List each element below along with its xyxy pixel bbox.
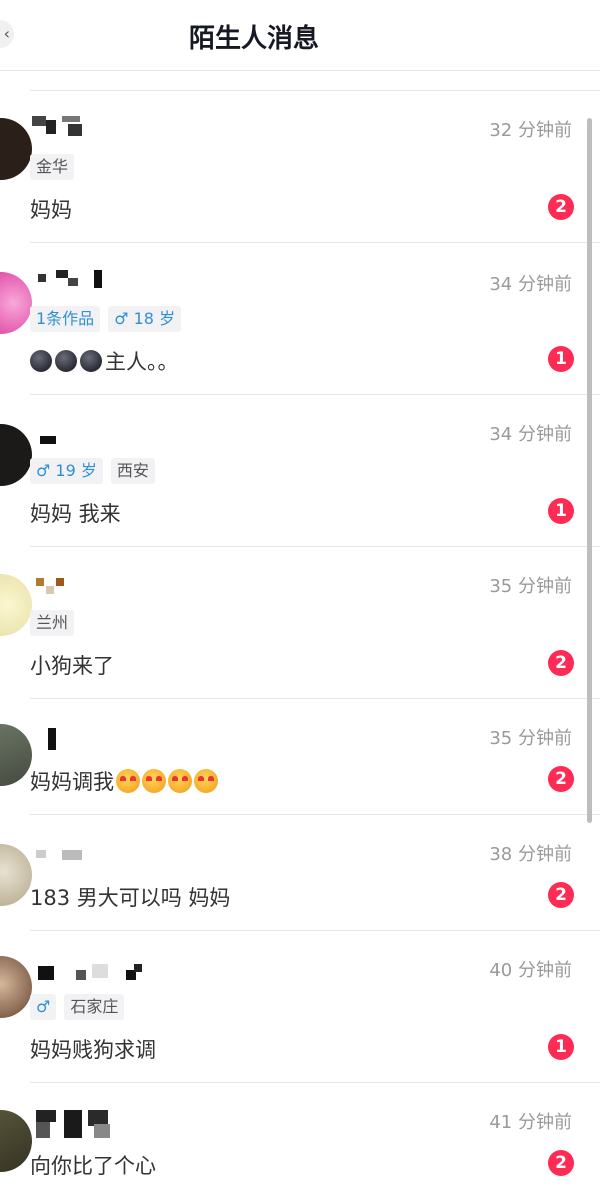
gender-text: ♂ — [36, 997, 51, 1016]
conversation-item[interactable]: 35 分钟前 兰州 小狗来了 2 — [0, 546, 600, 698]
location-tag: 石家庄 — [64, 994, 125, 1020]
message-preview: 小狗来了 — [30, 654, 114, 678]
tag-list: 1条作品 ♂ 18 岁 — [30, 306, 182, 332]
tag-list: ♂ 19 岁 西安 — [30, 458, 155, 484]
message-text: 妈妈调我 — [30, 770, 114, 794]
timestamp: 41 分钟前 — [489, 1112, 572, 1133]
location-tag: 西安 — [110, 458, 155, 484]
message-preview: 妈妈 我来 — [30, 502, 121, 526]
gender-age-text: ♂ 18 岁 — [114, 309, 176, 328]
timestamp: 35 分钟前 — [489, 728, 572, 749]
gender-age-tag: ♂ 18 岁 — [108, 306, 182, 332]
emoji-icon — [30, 350, 52, 372]
divider — [30, 814, 600, 815]
timestamp: 32 分钟前 — [489, 120, 572, 141]
username[interactable] — [32, 116, 92, 140]
conversation-item[interactable]: 34 分钟前 1条作品 ♂ 18 岁 主人。。 1 — [0, 242, 600, 394]
location-tag: 兰州 — [30, 610, 75, 636]
page-title: 陌生人消息 — [188, 24, 319, 54]
tag-list: ♂ 石家庄 — [30, 994, 125, 1020]
conversation-item[interactable]: 41 分钟前 向你比了个心 2 — [0, 1082, 600, 1200]
message-text: 主人。。 — [105, 350, 179, 374]
emoji-icon — [194, 769, 218, 793]
divider — [30, 930, 600, 931]
username[interactable] — [32, 270, 112, 294]
emoji-icon — [116, 769, 140, 793]
divider — [30, 698, 600, 699]
avatar[interactable] — [0, 1110, 32, 1172]
username[interactable] — [32, 848, 92, 872]
conversation-item[interactable]: 32 分钟前 金华 妈妈 2 — [0, 90, 600, 242]
emoji-icon — [80, 350, 102, 372]
conversation-item[interactable]: 38 分钟前 183 男大可以吗 妈妈 2 — [0, 814, 600, 930]
avatar[interactable] — [0, 844, 32, 906]
conversation-item[interactable]: 35 分钟前 妈妈调我 2 — [0, 698, 600, 814]
works-count-tag[interactable]: 1条作品 — [30, 306, 101, 332]
avatar[interactable] — [0, 272, 32, 334]
page-header: ‹ 陌生人消息 — [0, 0, 600, 71]
unread-badge: 2 — [548, 766, 574, 792]
unread-badge: 2 — [548, 194, 574, 220]
scrollbar[interactable] — [587, 118, 592, 823]
username[interactable] — [32, 1110, 122, 1138]
conversation-item[interactable]: 34 分钟前 ♂ 19 岁 西安 妈妈 我来 1 — [0, 394, 600, 546]
unread-badge: 2 — [548, 882, 574, 908]
message-preview: 妈妈 — [30, 198, 72, 222]
message-preview: 183 男大可以吗 妈妈 — [30, 886, 231, 910]
username[interactable] — [32, 728, 62, 752]
tag-list: 兰州 — [30, 610, 75, 636]
username[interactable] — [32, 576, 72, 600]
avatar[interactable] — [0, 574, 32, 636]
unread-badge: 1 — [548, 1034, 574, 1060]
message-preview: 主人。。 — [30, 346, 179, 376]
timestamp: 34 分钟前 — [489, 424, 572, 445]
message-preview: 妈妈贱狗求调 — [30, 1038, 156, 1062]
timestamp: 40 分钟前 — [489, 960, 572, 981]
unread-badge: 2 — [548, 1150, 574, 1176]
emoji-icon — [55, 350, 77, 372]
avatar[interactable] — [0, 724, 32, 786]
username[interactable] — [32, 434, 62, 458]
location-tag: 金华 — [30, 154, 75, 180]
avatar[interactable] — [0, 424, 32, 486]
emoji-icon — [168, 769, 192, 793]
unread-badge: 2 — [548, 650, 574, 676]
timestamp: 35 分钟前 — [489, 576, 572, 597]
gender-age-text: ♂ 19 岁 — [36, 461, 97, 480]
divider — [30, 394, 600, 395]
timestamp: 34 分钟前 — [489, 274, 572, 295]
avatar[interactable] — [0, 956, 32, 1018]
divider — [30, 242, 600, 243]
divider — [30, 546, 600, 547]
gender-age-tag: ♂ 19 岁 — [30, 458, 103, 484]
username[interactable] — [32, 962, 152, 986]
message-preview: 妈妈调我 — [30, 766, 218, 796]
divider — [30, 1082, 600, 1083]
tag-list: 金华 — [30, 154, 75, 180]
unread-badge: 1 — [548, 498, 574, 524]
message-preview: 向你比了个心 — [30, 1154, 156, 1178]
timestamp: 38 分钟前 — [489, 844, 572, 865]
divider — [30, 90, 600, 91]
conversation-item[interactable]: 40 分钟前 ♂ 石家庄 妈妈贱狗求调 1 — [0, 930, 600, 1082]
gender-tag: ♂ — [30, 994, 57, 1020]
emoji-icon — [142, 769, 166, 793]
avatar[interactable] — [0, 118, 32, 180]
unread-badge: 1 — [548, 346, 574, 372]
